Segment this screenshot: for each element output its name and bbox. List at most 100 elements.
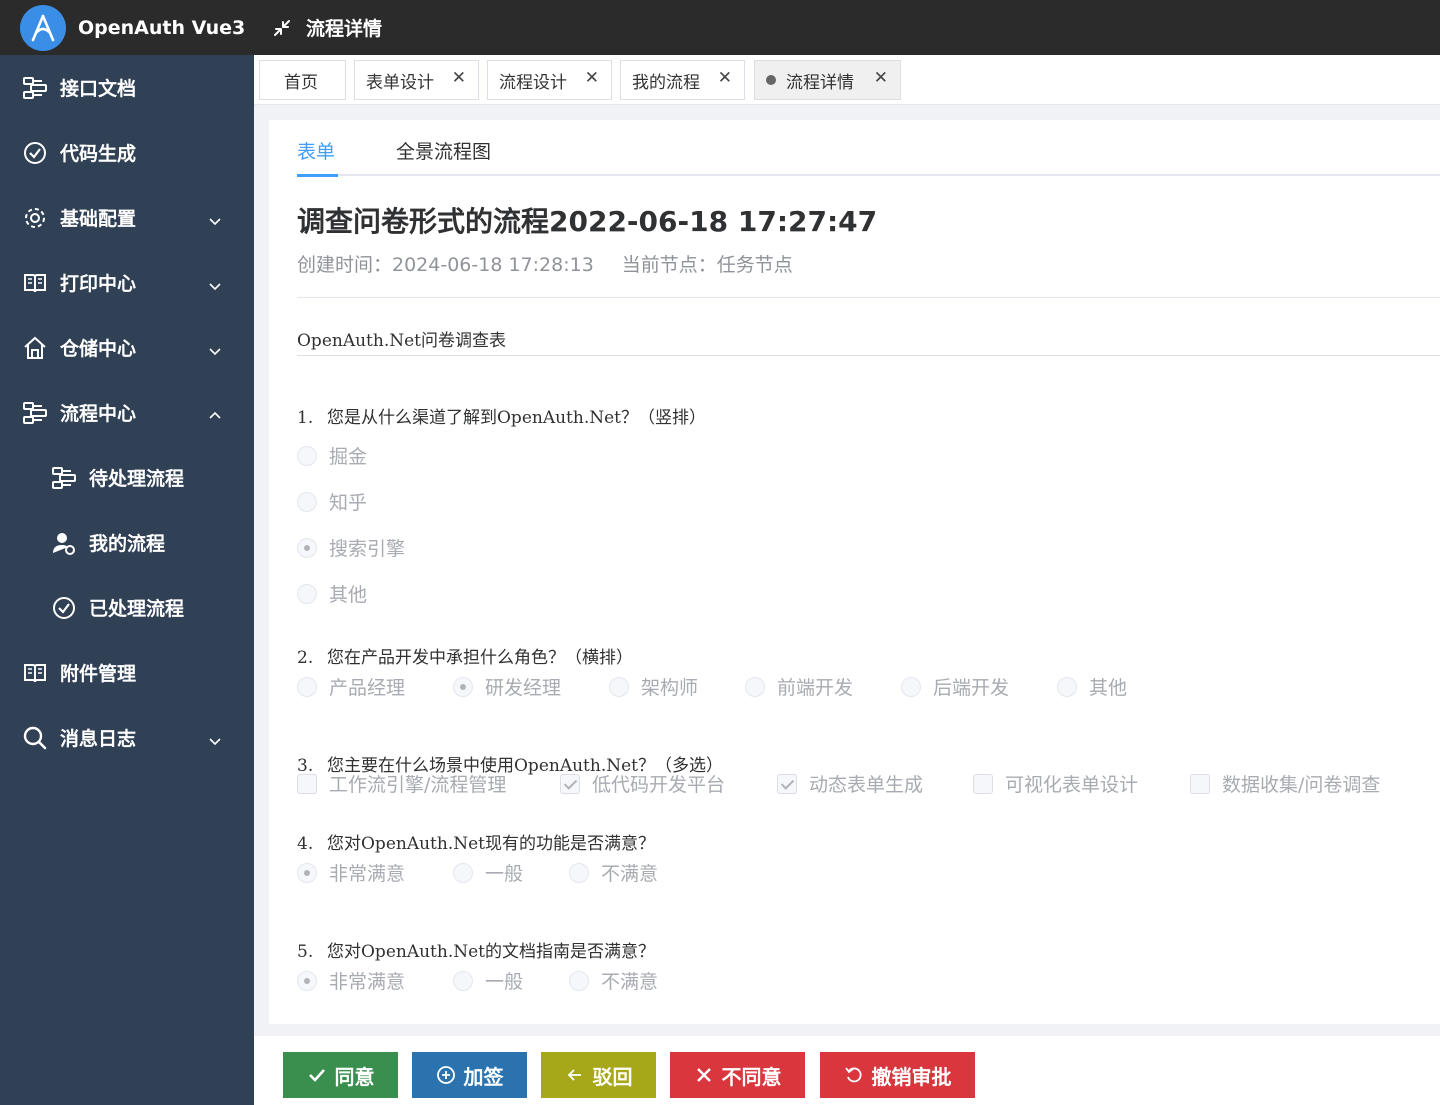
tag-label: 流程设计 <box>499 72 567 93</box>
checkbox-option[interactable]: 可视化表单设计 <box>973 770 1138 797</box>
option-label: 架构师 <box>641 677 699 699</box>
button-label: 同意 <box>334 1066 375 1089</box>
action-button-2[interactable]: 驳回 <box>541 1052 656 1098</box>
home-icon <box>22 335 48 361</box>
radio-option[interactable]: 知乎 <box>297 488 367 515</box>
tag-3[interactable]: 我的流程 ✕ <box>620 60 745 100</box>
question-number: 2. <box>297 648 314 668</box>
close-tag-icon[interactable]: ✕ <box>874 68 888 88</box>
tag-2[interactable]: 流程设计 ✕ <box>487 60 612 100</box>
sidebar-item-9[interactable]: 附件管理 <box>0 640 254 705</box>
radio-circle[interactable] <box>1057 676 1077 697</box>
radio-circle[interactable] <box>297 583 317 604</box>
radio-option[interactable]: 搜索引擎 <box>297 534 405 561</box>
radio-option[interactable]: 其他 <box>1057 673 1127 700</box>
flow-icon <box>22 400 48 426</box>
option-label: 数据收集/问卷调查 <box>1222 774 1381 796</box>
plus-circle-icon <box>436 1065 456 1085</box>
tag-label: 流程详情 <box>786 72 854 93</box>
radio-option[interactable]: 架构师 <box>609 673 698 700</box>
sidebar-item-label: 代码生成 <box>60 143 137 165</box>
tab-flowchart[interactable]: 全景流程图 <box>396 137 491 164</box>
option-label: 知乎 <box>329 492 368 514</box>
close-tag-icon[interactable]: ✕ <box>452 68 466 88</box>
radio-circle[interactable] <box>745 676 765 697</box>
top-header: OpenAuth Vue3 流程详情 <box>0 0 1440 55</box>
checkbox-box[interactable] <box>777 773 797 794</box>
option-label: 前端开发 <box>777 677 854 699</box>
user-gear-icon <box>51 530 77 556</box>
radio-circle[interactable] <box>609 676 629 697</box>
tags-view: 首页 表单设计 ✕ 流程设计 ✕ 我的流程 ✕ 流程详情 ✕ <box>254 55 1440 105</box>
collapse-sidebar-icon[interactable] <box>270 16 294 40</box>
radio-circle[interactable] <box>297 537 317 558</box>
check-icon <box>307 1065 327 1085</box>
radio-circle[interactable] <box>453 970 473 991</box>
radio-option[interactable]: 一般 <box>453 967 523 994</box>
radio-option[interactable]: 掘金 <box>297 442 367 469</box>
radio-option[interactable]: 非常满意 <box>297 967 405 994</box>
radio-option[interactable]: 其他 <box>297 580 367 607</box>
checkbox-box[interactable] <box>1190 773 1210 794</box>
radio-circle[interactable] <box>453 676 473 697</box>
action-button-4[interactable]: 撤销审批 <box>820 1052 975 1098</box>
action-button-0[interactable]: 同意 <box>283 1052 398 1098</box>
logo-icon <box>20 4 66 51</box>
sidebar-item-6[interactable]: 待处理流程 <box>0 445 254 510</box>
action-button-3[interactable]: 不同意 <box>670 1052 805 1098</box>
sidebar-item-7[interactable]: 我的流程 <box>0 510 254 575</box>
radio-circle[interactable] <box>901 676 921 697</box>
radio-option[interactable]: 研发经理 <box>453 673 561 700</box>
button-label: 加签 <box>463 1066 504 1089</box>
radio-option[interactable]: 产品经理 <box>297 673 405 700</box>
tag-0[interactable]: 首页 <box>259 60 346 100</box>
sidebar-item-1[interactable]: 代码生成 <box>0 120 254 185</box>
radio-option[interactable]: 前端开发 <box>745 673 853 700</box>
button-label: 撤销审批 <box>871 1066 952 1089</box>
checkbox-box[interactable] <box>560 773 580 794</box>
action-bar: 同意 加签 驳回 不同意 撤销审批 <box>254 1036 1440 1105</box>
detail-tabs: 表单 全景流程图 <box>297 120 1440 177</box>
close-tag-icon[interactable]: ✕ <box>718 68 732 88</box>
flow-title: 调查问卷形式的流程2022-06-18 17:27:47 <box>297 205 878 238</box>
tag-1[interactable]: 表单设计 ✕ <box>354 60 479 100</box>
tab-form[interactable]: 表单 <box>297 137 335 164</box>
chevron-down-icon <box>208 211 222 226</box>
checkbox-box[interactable] <box>973 773 993 794</box>
radio-option[interactable]: 后端开发 <box>901 673 1009 700</box>
radio-circle[interactable] <box>297 676 317 697</box>
logo[interactable]: OpenAuth Vue3 <box>0 0 254 55</box>
radio-circle[interactable] <box>297 862 317 883</box>
radio-circle[interactable] <box>297 445 317 466</box>
radio-circle[interactable] <box>297 970 317 991</box>
tag-4[interactable]: 流程详情 ✕ <box>754 60 901 100</box>
radio-option[interactable]: 一般 <box>453 859 523 886</box>
radio-circle[interactable] <box>569 970 589 991</box>
checkbox-option[interactable]: 数据收集/问卷调查 <box>1190 770 1380 797</box>
sidebar-item-3[interactable]: 打印中心 <box>0 250 254 315</box>
radio-option[interactable]: 非常满意 <box>297 859 405 886</box>
question-number: 1. <box>297 408 314 428</box>
active-dot-icon <box>766 75 776 85</box>
radio-circle[interactable] <box>297 491 317 512</box>
radio-option[interactable]: 不满意 <box>569 859 658 886</box>
sidebar-item-2[interactable]: 基础配置 <box>0 185 254 250</box>
radio-circle[interactable] <box>453 862 473 883</box>
checkbox-option[interactable]: 工作流引擎/流程管理 <box>297 770 506 797</box>
radio-circle[interactable] <box>569 862 589 883</box>
checkbox-box[interactable] <box>297 773 317 794</box>
question-text: 您在产品开发中承担什么角色？（横排） <box>327 648 633 668</box>
sidebar-item-8[interactable]: 已处理流程 <box>0 575 254 640</box>
option-label: 工作流引擎/流程管理 <box>329 774 507 796</box>
sidebar-item-5[interactable]: 流程中心 <box>0 380 254 445</box>
option-label: 一般 <box>485 863 524 885</box>
radio-option[interactable]: 不满意 <box>569 967 658 994</box>
sidebar-item-0[interactable]: 接口文档 <box>0 55 254 120</box>
sidebar-item-4[interactable]: 仓储中心 <box>0 315 254 380</box>
action-button-1[interactable]: 加签 <box>412 1052 527 1098</box>
sidebar-item-10[interactable]: 消息日志 <box>0 705 254 770</box>
close-tag-icon[interactable]: ✕ <box>585 68 599 88</box>
checkbox-option[interactable]: 动态表单生成 <box>777 770 923 797</box>
sidebar-item-label: 打印中心 <box>60 273 137 295</box>
checkbox-option[interactable]: 低代码开发平台 <box>560 770 725 797</box>
